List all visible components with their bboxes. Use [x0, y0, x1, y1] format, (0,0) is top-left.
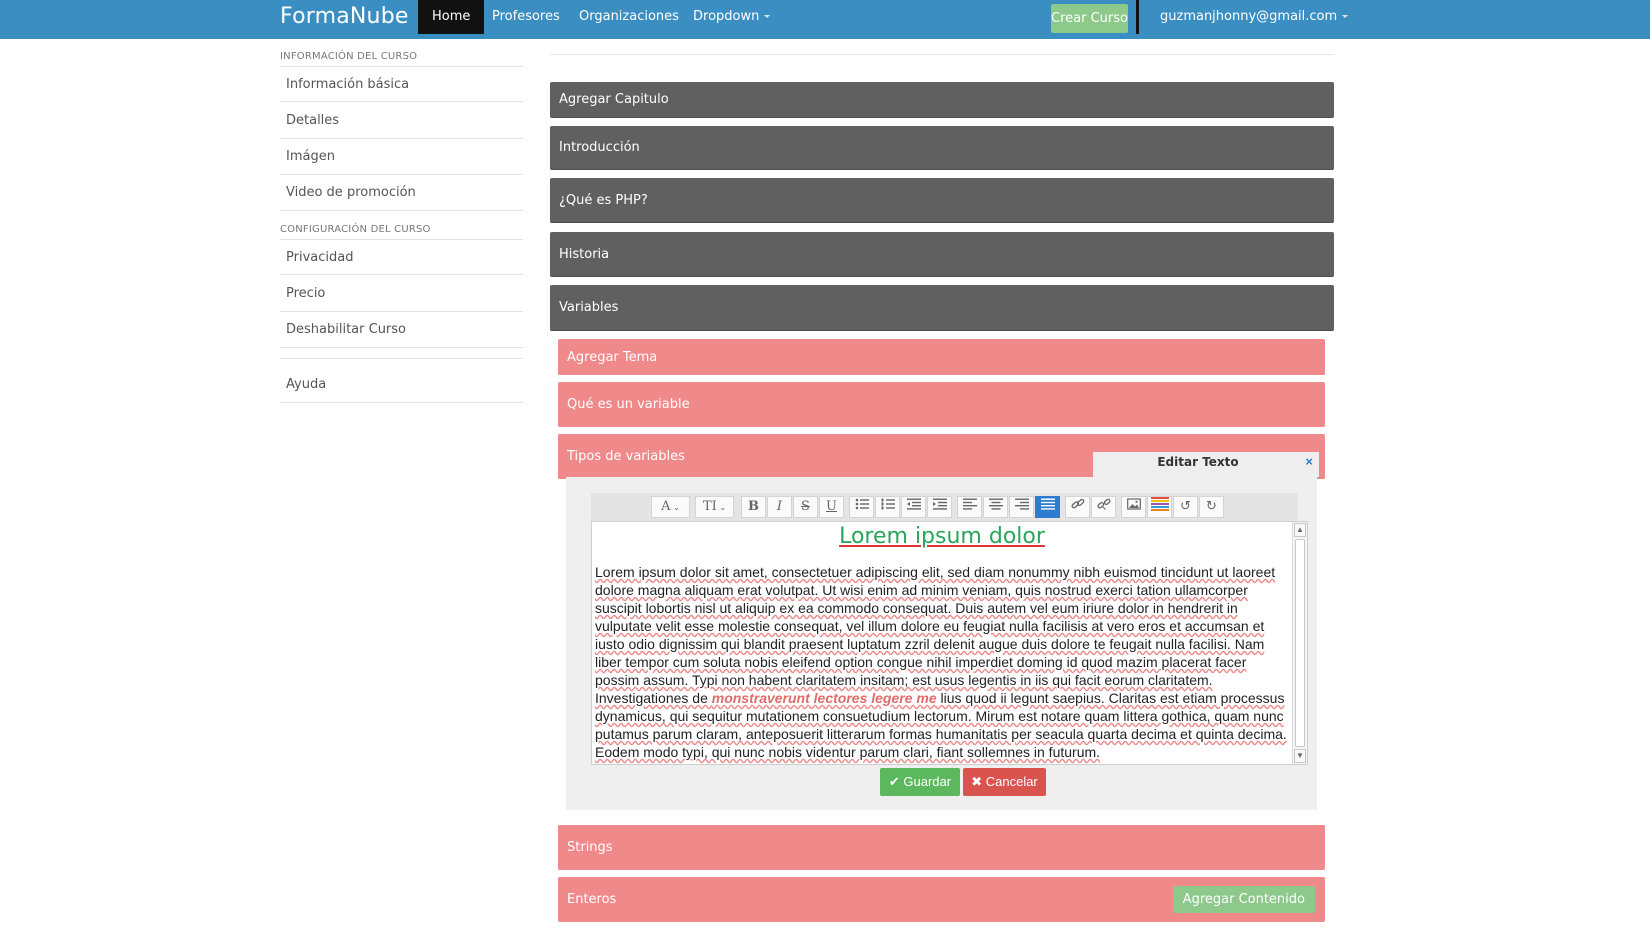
bold-icon[interactable]: B: [741, 496, 766, 518]
scroll-up-icon[interactable]: ▲: [1294, 523, 1306, 537]
x-icon: ✖: [971, 774, 986, 789]
topic-enteros[interactable]: Enteros Agregar Contenido: [558, 877, 1325, 922]
guardar-button[interactable]: ✔ Guardar: [880, 768, 960, 796]
sidebar-item-informacion-basica[interactable]: Información básica: [280, 66, 523, 102]
sidebar-item-imagen[interactable]: Imágen: [280, 139, 523, 175]
align-right-icon[interactable]: [1009, 496, 1034, 518]
cancelar-button[interactable]: ✖ Cancelar: [963, 768, 1046, 796]
body-text-before: Lorem ipsum dolor sit amet, consectetuer…: [595, 564, 1276, 706]
link-icon[interactable]: [1065, 496, 1090, 518]
topic-strings[interactable]: Strings: [558, 825, 1325, 870]
underline-icon[interactable]: U: [819, 496, 844, 518]
editor-body-text: Lorem ipsum dolor sit amet, consectetuer…: [595, 563, 1291, 761]
chapter-agregar-capitulo[interactable]: Agregar Capitulo: [550, 82, 1334, 118]
unlink-icon[interactable]: [1091, 496, 1116, 518]
nav-divider: [1136, 0, 1139, 34]
editor-scrollbar[interactable]: ▲ ▼: [1292, 522, 1307, 764]
indent-icon[interactable]: [927, 496, 952, 518]
nav-profesores[interactable]: Profesores: [478, 0, 574, 34]
sidebar-item-detalles[interactable]: Detalles: [280, 103, 523, 139]
italic-icon[interactable]: I: [767, 496, 792, 518]
font-glyph: A: [661, 499, 671, 514]
scroll-thumb[interactable]: [1295, 539, 1305, 747]
content-divider: [550, 54, 1334, 55]
font-size-icon[interactable]: TI ⌄: [695, 496, 734, 518]
topic-agregar-tema[interactable]: Agregar Tema: [558, 339, 1325, 375]
align-center-icon[interactable]: [983, 496, 1008, 518]
chapter-que-es-php[interactable]: ¿Qué es PHP?: [550, 178, 1334, 223]
editor-header: Editar Texto ×: [1093, 452, 1319, 477]
user-menu[interactable]: guzmanjhonny@gmail.com: [1160, 0, 1349, 34]
chapter-introduccion[interactable]: Introducción: [550, 126, 1334, 170]
brand-logo[interactable]: FormaNube: [280, 4, 409, 29]
nav-dropdown-label: Dropdown: [693, 9, 760, 24]
caret-down-icon: [1342, 15, 1349, 18]
scroll-down-icon[interactable]: ▼: [1294, 749, 1306, 763]
nav-home[interactable]: Home: [418, 0, 485, 34]
check-icon: ✔: [888, 774, 904, 789]
align-left-icon[interactable]: [957, 496, 982, 518]
cancelar-label: Cancelar: [985, 774, 1038, 789]
font-color-icon[interactable]: A ⌄: [651, 496, 690, 518]
rich-text-editor[interactable]: Lorem ipsum dolor Lorem ipsum dolor sit …: [591, 521, 1308, 765]
sidebar-item-precio[interactable]: Precio: [280, 276, 523, 312]
sidebar-section-info-title: INFORMACIÓN DEL CURSO: [280, 51, 418, 62]
nav-dropdown[interactable]: Dropdown: [679, 0, 784, 34]
chapter-variables[interactable]: Variables: [550, 285, 1334, 331]
caret-down-icon: [764, 15, 771, 18]
close-icon[interactable]: ×: [1305, 454, 1313, 469]
align-justify-icon[interactable]: [1035, 496, 1060, 518]
bullet-list-icon[interactable]: [849, 496, 874, 518]
color-palette-icon[interactable]: [1147, 496, 1172, 518]
agregar-contenido-button[interactable]: Agregar Contenido: [1172, 886, 1315, 913]
sidebar-item-deshabilitar[interactable]: Deshabilitar Curso: [280, 312, 523, 348]
editor-title: Editar Texto: [1157, 455, 1239, 469]
size-glyph: TI: [702, 499, 717, 514]
nav-organizaciones[interactable]: Organizaciones: [565, 0, 693, 34]
numbered-list-icon[interactable]: [875, 496, 900, 518]
user-email: guzmanjhonny@gmail.com: [1160, 9, 1338, 24]
chapter-historia[interactable]: Historia: [550, 232, 1334, 277]
sidebar-item-ayuda[interactable]: Ayuda: [280, 367, 523, 403]
image-icon[interactable]: [1121, 496, 1146, 518]
editor-toolbar: A ⌄ TI ⌄ B I S U ↺ ↻: [591, 493, 1298, 521]
topic-enteros-label: Enteros: [567, 892, 617, 907]
sidebar-item-privacidad[interactable]: Privacidad: [280, 239, 523, 275]
crear-curso-button[interactable]: Crear Curso: [1051, 4, 1128, 33]
editor-heading: Lorem ipsum dolor: [839, 524, 1045, 549]
navbar: FormaNube Home Profesores Organizaciones…: [0, 0, 1650, 39]
undo-icon[interactable]: ↺: [1173, 496, 1198, 518]
sidebar-divider: [280, 358, 523, 359]
sidebar-item-video[interactable]: Video de promoción: [280, 175, 523, 211]
topic-que-es-un-variable[interactable]: Qué es un variable: [558, 382, 1325, 427]
redo-icon[interactable]: ↻: [1199, 496, 1224, 518]
guardar-label: Guardar: [903, 774, 952, 789]
body-text-highlight: monstraverunt lectores legere me: [711, 690, 937, 706]
sidebar-section-config-title: CONFIGURACIÓN DEL CURSO: [280, 224, 431, 235]
outdent-icon[interactable]: [901, 496, 926, 518]
strikethrough-icon[interactable]: S: [793, 496, 818, 518]
